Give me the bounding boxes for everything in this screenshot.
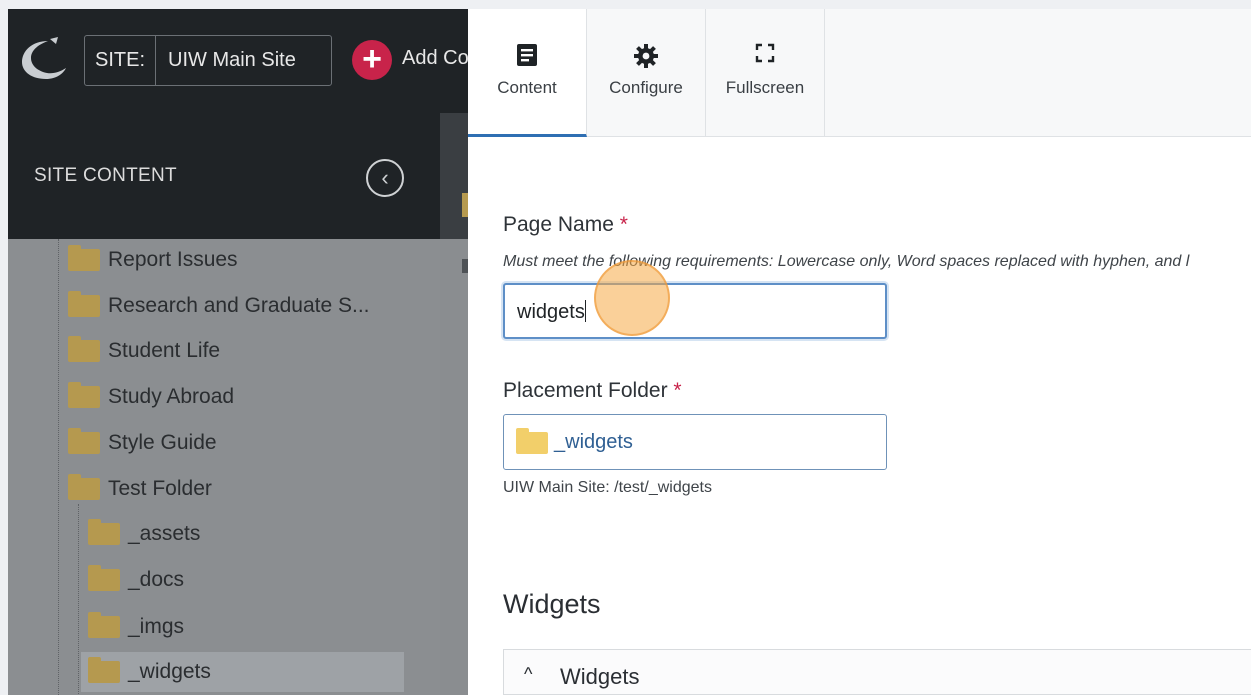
folder-icon bbox=[88, 519, 120, 545]
tree-item-label: _assets bbox=[128, 522, 201, 545]
placement-folder-picker[interactable]: _widgets bbox=[503, 414, 887, 470]
folder-icon bbox=[68, 474, 100, 500]
chevron-up-icon: ^ bbox=[524, 664, 533, 684]
fullscreen-icon bbox=[755, 43, 775, 63]
site-content-divider bbox=[440, 113, 468, 695]
required-marker: * bbox=[619, 213, 628, 236]
tree-item-label: Style Guide bbox=[108, 431, 217, 454]
tab-label: Content bbox=[497, 78, 557, 97]
logo-icon[interactable] bbox=[18, 35, 68, 81]
tab-fullscreen[interactable]: Fullscreen bbox=[706, 9, 825, 137]
tree-item-research[interactable]: Research and Graduate S... bbox=[68, 286, 370, 326]
tree-item-label: Report Issues bbox=[108, 248, 238, 271]
tree-item-label: Research and Graduate S... bbox=[108, 294, 370, 317]
accordion-label: Widgets bbox=[560, 664, 640, 689]
tab-label: Fullscreen bbox=[725, 78, 805, 97]
tree-item-report-issues[interactable]: Report Issues bbox=[68, 240, 238, 280]
tree-item-docs[interactable]: _docs bbox=[88, 560, 184, 600]
tab-label: Configure bbox=[609, 78, 683, 97]
placement-folder-label: Placement Folder * bbox=[503, 379, 682, 402]
tab-content[interactable]: Content bbox=[468, 9, 587, 137]
tree-item-test-folder[interactable]: Test Folder bbox=[68, 469, 212, 509]
site-selector[interactable]: SITE: UIW Main Site bbox=[84, 35, 332, 86]
folder-icon bbox=[68, 382, 100, 408]
tree-item-label: _widgets bbox=[128, 660, 211, 683]
add-content-button[interactable]: + bbox=[352, 40, 392, 80]
folder-icon bbox=[68, 428, 100, 454]
required-marker: * bbox=[673, 379, 682, 402]
placement-folder-value: _widgets bbox=[554, 431, 633, 453]
folder-icon bbox=[68, 336, 100, 362]
widgets-section-title: Widgets bbox=[503, 589, 601, 619]
content-editor-panel: Content Configure Fullscreen Page Name *… bbox=[468, 9, 1251, 695]
widgets-accordion[interactable]: ^ Widgets bbox=[503, 649, 1251, 695]
tree-item-student-life[interactable]: Student Life bbox=[68, 331, 220, 371]
collapse-panel-button[interactable]: ‹ bbox=[366, 159, 404, 197]
editor-tabs: Content Configure Fullscreen bbox=[468, 9, 1251, 137]
folder-icon bbox=[88, 657, 120, 683]
site-content-title: SITE CONTENT bbox=[34, 165, 177, 186]
site-content-tree: Report Issues Research and Graduate S...… bbox=[8, 239, 440, 695]
tree-item-label: _docs bbox=[128, 568, 185, 591]
add-content-label[interactable]: Add Content bbox=[402, 47, 468, 70]
top-bar: SITE: UIW Main Site + Add Content bbox=[8, 9, 468, 113]
tree-item-style-guide[interactable]: Style Guide bbox=[68, 423, 217, 463]
gear-icon bbox=[634, 44, 658, 68]
tree-item-label: _imgs bbox=[128, 615, 185, 638]
folder-icon bbox=[516, 428, 548, 454]
text-caret bbox=[584, 300, 586, 322]
tree-item-label: Student Life bbox=[108, 339, 221, 362]
page-name-value: widgets bbox=[517, 301, 585, 323]
tree-item-study-abroad[interactable]: Study Abroad bbox=[68, 377, 234, 417]
chevron-left-icon: ‹ bbox=[381, 165, 389, 190]
tree-item-label: Test Folder bbox=[108, 477, 212, 500]
site-prefix: SITE: bbox=[85, 36, 157, 85]
folder-icon bbox=[68, 245, 100, 271]
page-name-label: Page Name * bbox=[503, 213, 628, 236]
folder-icon bbox=[88, 612, 120, 638]
tree-item-widgets[interactable]: _widgets bbox=[81, 652, 404, 692]
tree-item-imgs[interactable]: _imgs bbox=[88, 607, 184, 647]
site-name: UIW Main Site bbox=[168, 49, 296, 71]
folder-icon bbox=[88, 565, 120, 591]
click-indicator bbox=[594, 260, 670, 336]
folder-icon bbox=[68, 291, 100, 317]
content-icon bbox=[517, 44, 537, 66]
tree-item-label: Study Abroad bbox=[108, 385, 235, 408]
tab-configure[interactable]: Configure bbox=[587, 9, 706, 137]
page-name-input[interactable]: widgets bbox=[503, 283, 887, 339]
site-content-header: SITE CONTENT ‹ bbox=[8, 113, 440, 239]
placement-folder-path: UIW Main Site: /test/_widgets bbox=[503, 479, 712, 496]
tree-item-assets[interactable]: _assets bbox=[88, 514, 200, 554]
